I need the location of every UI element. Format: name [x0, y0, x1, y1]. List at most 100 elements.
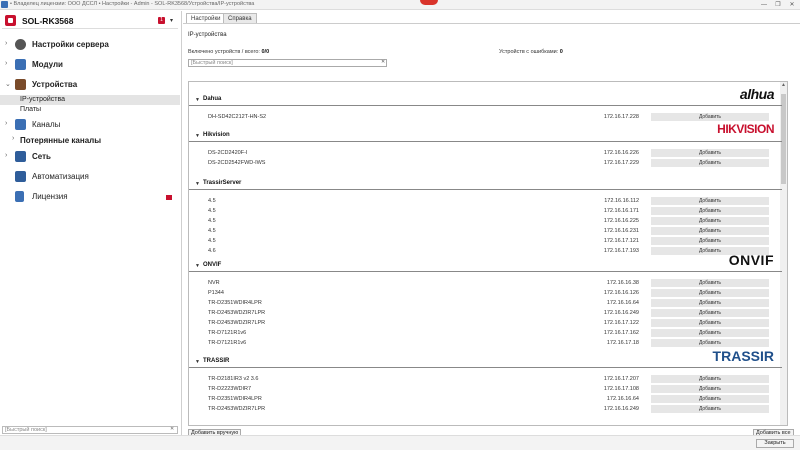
device-row[interactable]: P1344 172.16.16.126 Добавить [189, 288, 782, 298]
device-row[interactable]: 4.5 172.16.16.225 Добавить [189, 216, 782, 226]
device-model: TR-D2223WDIR7 [208, 386, 252, 392]
device-row[interactable]: NVR 172.16.16.38 Добавить [189, 278, 782, 288]
tree-item-automation[interactable]: Автоматизация [0, 167, 180, 187]
add-device-button[interactable]: Добавить [651, 309, 769, 317]
collapse-triangle-icon[interactable]: ▼ [195, 133, 200, 139]
tree-item-devices[interactable]: ⌄ Устройства [0, 75, 180, 95]
device-row[interactable]: 4.5 172.16.16.231 Добавить [189, 226, 782, 236]
device-model: 4.5 [208, 218, 216, 224]
vendor-divider [189, 141, 782, 142]
discovered-devices-list: ▲ ▼ Dahua alhua DH-SD42C212T-HN-S2 172.16.17… [188, 81, 788, 426]
server-selector[interactable]: SOL-RK3568 1 ▾ [2, 13, 178, 29]
add-device-button[interactable]: Добавить [651, 279, 769, 287]
add-device-button[interactable]: Добавить [651, 405, 769, 413]
tree-item-label: Модули [32, 60, 63, 69]
device-row[interactable]: TR-D2351WDIR4LPR 172.16.16.64 Добавить [189, 298, 782, 308]
vendor-name: ONVIF [203, 262, 222, 268]
tree-item-modules[interactable]: › Модули [0, 55, 180, 75]
expand-arrow-icon[interactable]: › [5, 152, 7, 159]
vendor-header[interactable]: ▼ ONVIF ONVIF [189, 252, 782, 278]
device-row[interactable]: DH-SD42C212T-HN-S2 172.16.17.228 Добавить [189, 112, 782, 122]
add-device-button[interactable]: Добавить [651, 217, 769, 225]
device-ip: 172.16.16.64 [606, 300, 639, 306]
tree-item-server-settings[interactable]: › Настройки сервера [0, 35, 180, 55]
device-ip: 172.16.16.126 [603, 290, 639, 296]
server-badge: 1 [158, 17, 165, 24]
collapse-triangle-icon[interactable]: ▼ [195, 263, 200, 269]
expand-arrow-icon[interactable]: › [5, 120, 7, 127]
expand-arrow-icon[interactable]: › [5, 60, 7, 67]
device-row[interactable]: 4.5 172.16.17.121 Добавить [189, 236, 782, 246]
device-row[interactable]: TR-D2453WDZIR7LPR 172.16.16.249 Добавить [189, 308, 782, 318]
add-device-button[interactable]: Добавить [651, 299, 769, 307]
add-device-button[interactable]: Добавить [651, 375, 769, 383]
add-device-button[interactable]: Добавить [651, 395, 769, 403]
add-device-button[interactable]: Добавить [651, 289, 769, 297]
add-device-button[interactable]: Добавить [651, 237, 769, 245]
device-ip: 172.16.17.121 [603, 238, 639, 244]
close-window-button[interactable]: ✕ [785, 0, 799, 10]
trassir-heart-icon [420, 0, 438, 5]
quick-search-input[interactable]: [Быстрый поиск] [188, 59, 387, 67]
device-row[interactable]: TR-D2181IR3 v2 3.6 172.16.17.207 Добавить [189, 374, 782, 384]
vendor-header[interactable]: ▼ Dahua alhua [189, 86, 782, 112]
vendor-header[interactable]: ▼ TrassirServer [189, 176, 782, 196]
window-titlebar: • Владелец лицензии: ООО ДССЛ • Настройк… [0, 0, 800, 10]
device-row[interactable]: 4.5 172.16.16.112 Добавить [189, 196, 782, 206]
expand-arrow-icon[interactable]: › [5, 40, 7, 47]
tree-item-channels[interactable]: › Каналы [0, 115, 180, 135]
tree-item-label: Каналы [32, 120, 61, 129]
vendor-header[interactable]: ▼ TRASSIR TRASSIR [189, 348, 782, 374]
add-device-button[interactable]: Добавить [651, 149, 769, 157]
add-device-button[interactable]: Добавить [651, 339, 769, 347]
tree-item-boards[interactable]: Платы [0, 105, 180, 115]
add-device-button[interactable]: Добавить [651, 227, 769, 235]
device-ip: 172.16.16.249 [603, 406, 639, 412]
device-row[interactable]: 4.6 172.16.17.193 Добавить [189, 246, 782, 256]
vendor-logo: HIKVISION [717, 122, 774, 136]
collapse-arrow-icon[interactable]: ⌄ [5, 80, 11, 88]
device-ip: 172.16.17.122 [603, 320, 639, 326]
device-ip: 172.16.16.64 [606, 396, 639, 402]
device-row[interactable]: DS-2CD2420F-I 172.16.16.226 Добавить [189, 148, 782, 158]
device-model: 4.5 [208, 198, 216, 204]
add-device-button[interactable]: Добавить [651, 159, 769, 167]
device-row[interactable]: TR-D7121R1v6 172.16.17.18 Добавить [189, 338, 782, 348]
tree-search-input[interactable]: [Быстрый поиск] [2, 426, 178, 434]
collapse-triangle-icon[interactable]: ▼ [195, 181, 200, 187]
expand-arrow-icon[interactable]: › [12, 135, 14, 142]
device-model: TR-D2453WDZIR7LPR [208, 406, 266, 412]
add-device-button[interactable]: Добавить [651, 319, 769, 327]
collapse-triangle-icon[interactable]: ▼ [195, 359, 200, 365]
vendor-name: Dahua [203, 96, 222, 102]
tree-item-license[interactable]: Лицензия [0, 187, 180, 207]
device-row[interactable]: TR-D2351WDIR4LPR 172.16.16.64 Добавить [189, 394, 782, 404]
clear-search-icon[interactable]: ✕ [381, 59, 385, 65]
maximize-button[interactable]: ❐ [771, 0, 785, 10]
tree-item-ip-devices[interactable]: IP-устройства [0, 95, 180, 105]
device-row[interactable]: TR-D2453WDZIR7LPR 172.16.17.122 Добавить [189, 318, 782, 328]
chevron-down-icon[interactable]: ▾ [170, 17, 173, 24]
collapse-triangle-icon[interactable]: ▼ [195, 97, 200, 103]
tree-item-network[interactable]: › Сеть [0, 147, 180, 167]
vendor-header[interactable]: ▼ Hikvision HIKVISION [189, 122, 782, 148]
tree-item-label: Потерянные каналы [20, 136, 102, 145]
add-device-button[interactable]: Добавить [651, 329, 769, 337]
add-device-button[interactable]: Добавить [651, 207, 769, 215]
tree-item-lost-channels[interactable]: › Потерянные каналы [0, 135, 180, 147]
device-row[interactable]: TR-D2223WDIR7 172.16.17.108 Добавить [189, 384, 782, 394]
device-row[interactable]: 4.5 172.16.16.171 Добавить [189, 206, 782, 216]
device-model: TR-D2351WDIR4LPR [208, 300, 262, 306]
device-row[interactable]: TR-D2453WDZIR7LPR 172.16.16.249 Добавить [189, 404, 782, 414]
scroll-up-icon[interactable]: ▲ [781, 82, 786, 88]
add-device-button[interactable]: Добавить [651, 197, 769, 205]
device-row[interactable]: DS-2CD2542FWD-IWS 172.16.17.229 Добавить [189, 158, 782, 168]
close-button[interactable]: Закрыть [756, 439, 794, 448]
clear-search-icon[interactable]: ✕ [170, 426, 174, 432]
vendor-divider [189, 105, 782, 106]
add-device-button[interactable]: Добавить [651, 385, 769, 393]
minimize-button[interactable]: — [757, 0, 771, 10]
device-row[interactable]: TR-D7121R1v6 172.16.17.162 Добавить [189, 328, 782, 338]
device-ip: 172.16.16.112 [604, 198, 639, 204]
add-device-button[interactable]: Добавить [651, 113, 769, 121]
